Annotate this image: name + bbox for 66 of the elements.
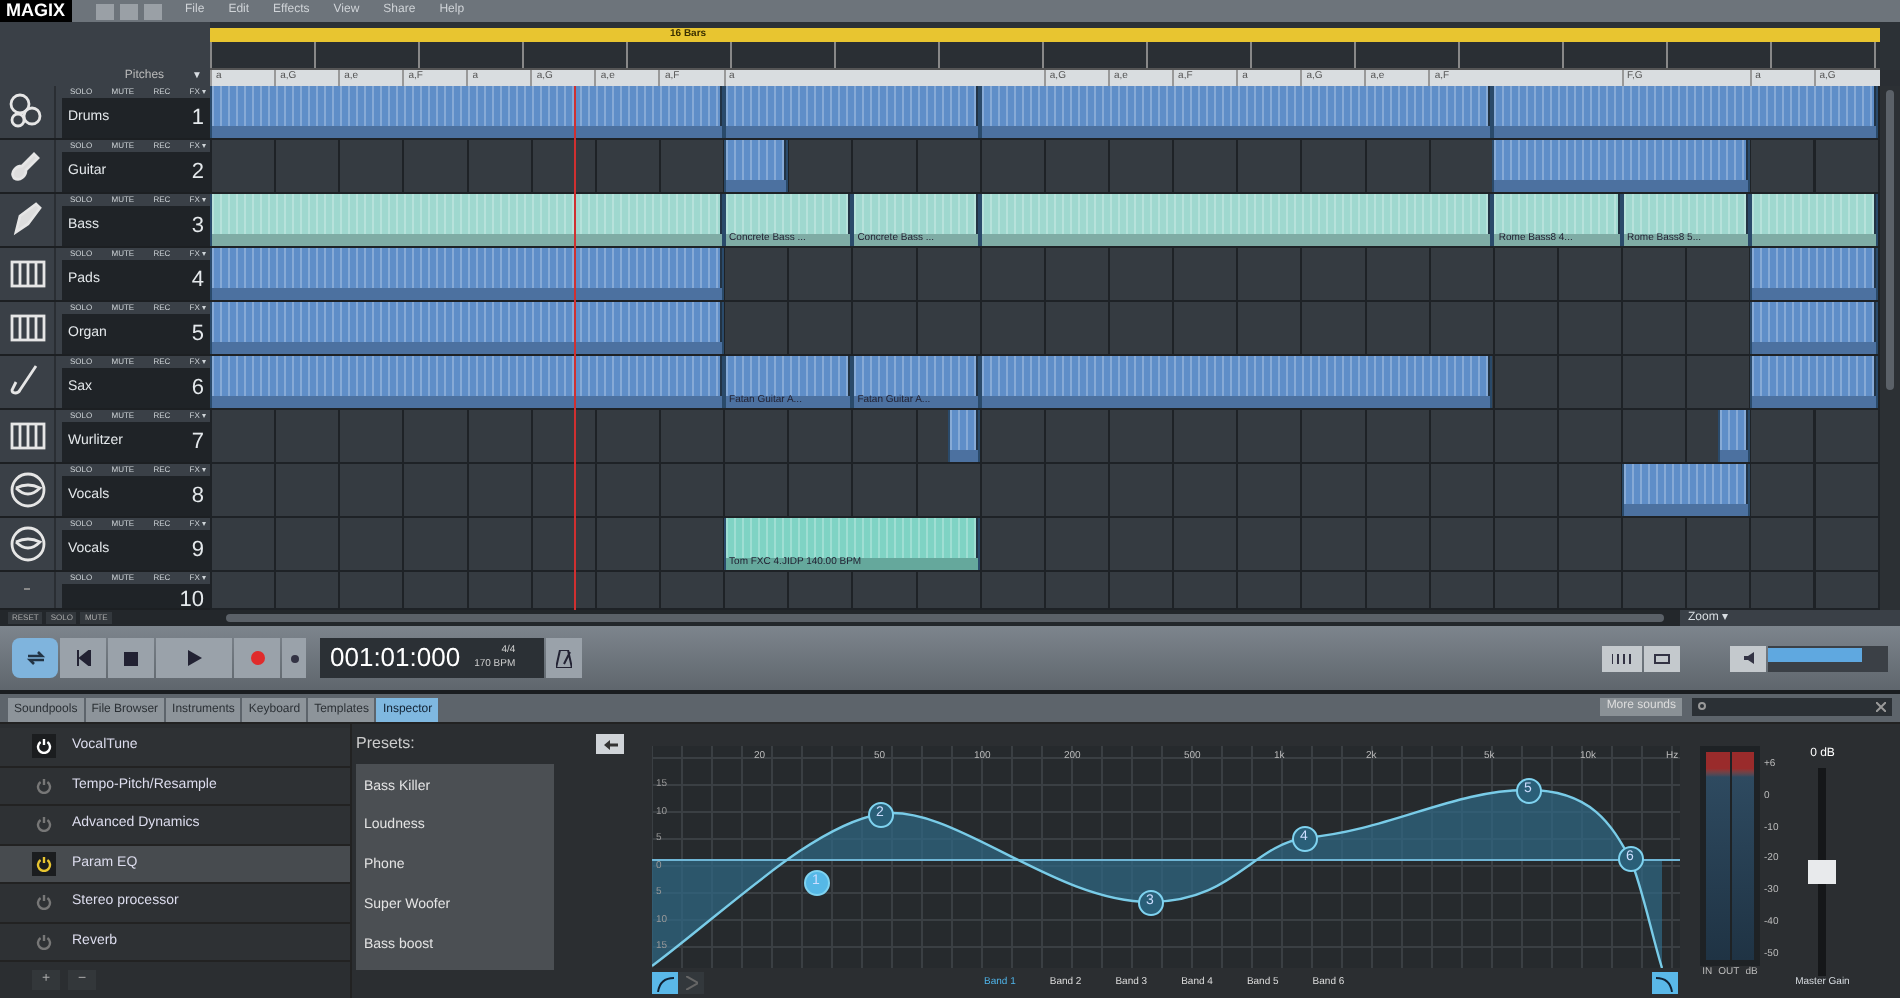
track-number: 2	[191, 157, 204, 188]
audio-clip[interactable]	[723, 85, 980, 138]
audio-clip[interactable]	[1717, 409, 1750, 462]
track-number: 8	[191, 481, 204, 512]
metronome-icon	[556, 649, 572, 668]
power-icon[interactable]	[36, 855, 52, 872]
loop-button[interactable]	[12, 638, 58, 679]
loop-icon	[25, 650, 45, 667]
speaker-icon	[1743, 652, 1753, 665]
audio-clip[interactable]	[210, 85, 724, 138]
chevron-icon	[685, 976, 697, 991]
rewind-button[interactable]	[60, 638, 106, 679]
audio-clip[interactable]	[979, 355, 1493, 408]
audio-clip[interactable]	[1492, 85, 1878, 138]
audio-clip[interactable]	[1749, 193, 1878, 246]
highcut-filter-button[interactable]	[1652, 972, 1678, 995]
play-button[interactable]	[156, 638, 232, 679]
audio-clip[interactable]	[210, 301, 724, 354]
track-number: 1	[191, 103, 204, 134]
window-icon	[1654, 653, 1670, 664]
back-button[interactable]	[596, 734, 624, 755]
track-number: 9	[191, 535, 204, 566]
audio-clip[interactable]	[210, 247, 724, 300]
dot-icon	[289, 653, 299, 664]
curve-icon	[1656, 975, 1674, 992]
search-icon	[1698, 702, 1708, 713]
drums-icon	[7, 91, 47, 132]
skip-back-icon	[75, 650, 91, 667]
audio-clip[interactable]	[210, 355, 724, 408]
record-options-button[interactable]	[282, 638, 306, 679]
stop-icon	[124, 651, 138, 666]
grid-icon	[1612, 653, 1632, 664]
position-time: 001:01:000	[330, 640, 461, 677]
audio-clip[interactable]	[947, 409, 980, 462]
audio-clip[interactable]	[1749, 355, 1878, 408]
stop-button[interactable]	[108, 638, 154, 679]
metronome-button[interactable]	[546, 638, 582, 679]
play-icon	[187, 650, 201, 667]
presets-title: Presets:	[356, 732, 415, 757]
audio-clip[interactable]	[1621, 463, 1750, 516]
slider-thumb[interactable]	[1808, 860, 1837, 885]
lowcut-filter-button[interactable]	[652, 972, 678, 995]
arranger-view-button[interactable]	[1602, 645, 1642, 672]
track-number: 10	[179, 585, 204, 616]
record-icon	[249, 650, 265, 667]
audio-clip[interactable]	[210, 193, 724, 246]
audio-clip[interactable]	[979, 193, 1493, 246]
master-gain-slider[interactable]	[1808, 768, 1837, 977]
audio-clip[interactable]	[979, 85, 1493, 138]
audio-clip[interactable]	[1749, 247, 1878, 300]
audio-clip[interactable]	[1492, 139, 1750, 192]
search-field[interactable]	[1692, 698, 1892, 717]
app-logo: MAGIX	[0, 0, 72, 23]
speaker-button[interactable]	[1730, 645, 1766, 672]
clear-icon[interactable]	[1876, 702, 1886, 713]
track-number: 4	[191, 265, 204, 296]
audio-clip[interactable]	[723, 139, 788, 192]
track-number: 7	[191, 427, 204, 458]
curve-icon	[656, 975, 674, 992]
volume-slider[interactable]	[1768, 645, 1888, 672]
track-number: 6	[191, 373, 204, 404]
track-number: 3	[191, 211, 204, 242]
left-arrow-icon	[603, 739, 617, 750]
mixer-view-button[interactable]	[1644, 645, 1680, 672]
track-number: 5	[191, 319, 204, 350]
audio-clip[interactable]	[1749, 301, 1878, 354]
